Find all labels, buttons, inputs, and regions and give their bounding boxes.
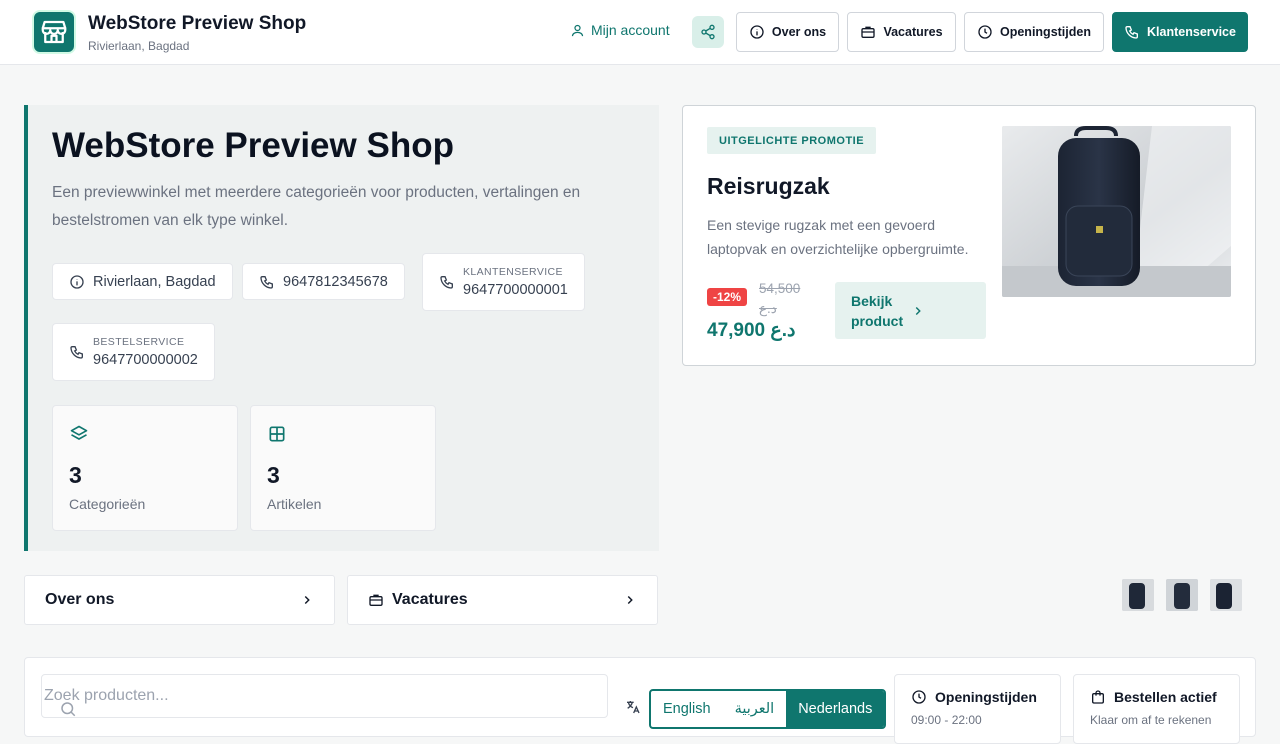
product-image[interactable]	[1002, 126, 1231, 297]
translate-icon	[625, 699, 641, 715]
about-us-card[interactable]: Over ons	[24, 575, 335, 625]
opening-hours-card-value: 09:00 - 22:00	[911, 713, 982, 727]
jobs-button[interactable]: Vacatures	[847, 12, 956, 52]
opening-hours-label: Openingstijden	[1000, 25, 1091, 39]
info-icon	[749, 24, 765, 40]
order-service-chip-value: 9647700000002	[93, 351, 198, 368]
customer-service-chip-label: KLANTENSERVICE	[463, 265, 563, 278]
order-service-chip-label: BESTELSERVICE	[93, 335, 185, 348]
briefcase-icon	[368, 592, 384, 608]
promo-title: Reisrugzak	[707, 173, 830, 199]
my-account-label: Mijn account	[591, 22, 670, 38]
jobs-card[interactable]: Vacatures	[347, 575, 658, 625]
product-thumbnail[interactable]	[1122, 579, 1154, 611]
grid-icon	[267, 424, 287, 444]
store-icon	[39, 17, 69, 47]
language-english[interactable]: English	[651, 691, 723, 727]
clock-icon	[977, 24, 993, 40]
product-thumbnail[interactable]	[1210, 579, 1242, 611]
jobs-card-label: Vacatures	[392, 591, 468, 608]
about-button-label: Over ons	[771, 25, 827, 39]
order-service-chip[interactable]: BESTELSERVICE 9647700000002	[52, 323, 215, 381]
address-chip: Rivierlaan, Bagdad	[52, 263, 233, 300]
chevron-right-icon	[623, 593, 637, 607]
share-button[interactable]	[692, 16, 724, 48]
my-account-link[interactable]: Mijn account	[570, 22, 670, 38]
discount-badge: -12%	[707, 288, 748, 306]
product-thumbnail[interactable]	[1166, 579, 1198, 611]
search-icon	[59, 700, 77, 718]
language-dutch[interactable]: Nederlands	[786, 691, 885, 727]
ordering-status-value: Klaar om af te rekenen	[1090, 713, 1212, 727]
opening-hours-card-title: Openingstijden	[935, 689, 1037, 705]
store-logo[interactable]	[32, 10, 76, 54]
hero-description: Een previewwinkel met meerdere categorie…	[52, 184, 581, 229]
promo-description: Een stevige rugzak met een gevoerd lapto…	[707, 217, 969, 257]
items-count: 3	[267, 462, 280, 488]
chevron-right-icon	[300, 593, 314, 607]
about-us-card-label: Over ons	[45, 591, 115, 608]
info-icon	[69, 274, 85, 290]
categories-stat-card: 3 Categorieën	[52, 405, 238, 531]
shopping-bag-icon	[1090, 689, 1106, 705]
categories-count: 3	[69, 462, 82, 488]
customer-service-chip-value: 9647700000001	[463, 281, 568, 298]
phone-icon	[259, 274, 275, 290]
old-price: 54,500 د.ع	[759, 281, 801, 316]
opening-hours-card: Openingstijden 09:00 - 22:00	[894, 674, 1061, 744]
layers-icon	[69, 424, 89, 444]
items-label: Artikelen	[267, 496, 322, 512]
customer-service-button[interactable]: Klantenservice	[1112, 12, 1248, 52]
view-product-button[interactable]: Bekijk product	[835, 282, 986, 339]
shop-location: Rivierlaan, Bagdad	[88, 39, 190, 53]
shop-name: WebStore Preview Shop	[88, 13, 307, 34]
language-arabic[interactable]: العربية	[723, 691, 787, 727]
phone-value: 9647812345678	[283, 273, 388, 290]
hero-title: WebStore Preview Shop	[52, 126, 454, 165]
phone-chip[interactable]: 9647812345678	[242, 263, 405, 300]
share-icon	[700, 24, 716, 40]
categories-label: Categorieën	[69, 496, 146, 512]
clock-icon	[911, 689, 927, 705]
site-header: WebStore Preview Shop Rivierlaan, Bagdad…	[0, 0, 1280, 65]
current-price: 47,900 د.ع	[707, 320, 796, 341]
opening-hours-button[interactable]: Openingstijden	[964, 12, 1104, 52]
address-value: Rivierlaan, Bagdad	[93, 273, 216, 290]
view-product-label: Bekijk product	[851, 292, 904, 329]
jobs-button-label: Vacatures	[883, 25, 943, 39]
phone-icon	[1124, 24, 1140, 40]
briefcase-icon	[860, 24, 876, 40]
featured-promo-card: UITGELICHTE PROMOTIE Reisrugzak Een stev…	[682, 105, 1256, 366]
ordering-status-title: Bestellen actief	[1114, 689, 1217, 705]
about-button[interactable]: Over ons	[736, 12, 839, 52]
ordering-status-card: Bestellen actief Klaar om af te rekenen	[1073, 674, 1240, 744]
phone-icon	[69, 344, 85, 360]
language-switcher: English العربية Nederlands	[649, 689, 887, 729]
promo-badge: UITGELICHTE PROMOTIE	[707, 127, 877, 154]
customer-service-label: Klantenservice	[1147, 25, 1236, 39]
chevron-right-icon	[911, 304, 971, 318]
customer-service-chip[interactable]: KLANTENSERVICE 9647700000001	[422, 253, 585, 311]
search-input[interactable]	[41, 674, 608, 718]
items-stat-card: 3 Artikelen	[250, 405, 436, 531]
user-icon	[570, 23, 585, 38]
phone-icon	[439, 274, 455, 290]
hero-panel: WebStore Preview Shop Een previewwinkel …	[24, 105, 659, 551]
toolbar-panel: English العربية Nederlands Openingstijde…	[24, 657, 1256, 744]
